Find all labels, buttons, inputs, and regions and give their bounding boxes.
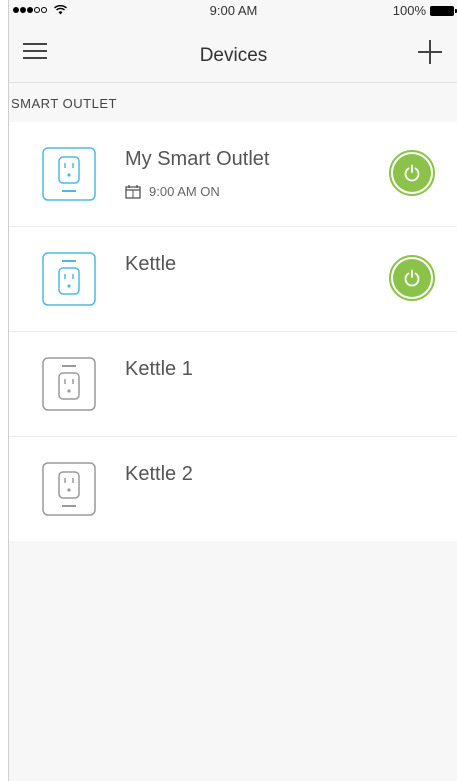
- status-bar: 9:00 AM 100%: [9, 0, 457, 20]
- device-name: My Smart Outlet: [125, 148, 270, 170]
- app-frame: 9:00 AM 100% Devices SMART OUTLET My Sma…: [8, 0, 457, 781]
- smart-outlet-icon: [42, 357, 96, 411]
- smart-outlet-icon: [42, 462, 96, 516]
- device-list: My Smart Outlet 9:00 AM ON Kettle Kettle…: [9, 122, 457, 541]
- calendar-icon: [125, 184, 141, 199]
- device-row[interactable]: My Smart Outlet 9:00 AM ON: [9, 122, 457, 227]
- smart-outlet-icon: [42, 147, 96, 201]
- power-icon: [404, 269, 420, 287]
- page-title: Devices: [199, 45, 268, 66]
- section-header-label: SMART OUTLET: [11, 96, 117, 111]
- section-header: SMART OUTLET: [9, 83, 457, 121]
- add-device-icon[interactable]: [418, 40, 442, 64]
- device-name: Kettle 2: [125, 463, 193, 485]
- battery-status: 100%: [392, 3, 457, 18]
- schedule-text: 9:00 AM ON: [149, 184, 220, 199]
- smart-outlet-icon: [42, 252, 96, 306]
- battery-percent: 100%: [392, 3, 426, 18]
- device-row[interactable]: Kettle 2: [9, 437, 457, 541]
- device-row[interactable]: Kettle: [9, 227, 457, 332]
- status-time: 9:00 AM: [209, 3, 258, 18]
- battery-icon: [430, 5, 457, 16]
- nav-bar: Devices: [9, 20, 457, 83]
- power-toggle-button[interactable]: [389, 255, 435, 301]
- device-name: Kettle 1: [125, 358, 193, 380]
- schedule-info: 9:00 AM ON: [125, 184, 220, 199]
- device-row[interactable]: Kettle 1: [9, 332, 457, 437]
- power-icon: [404, 164, 420, 182]
- power-toggle-button[interactable]: [389, 150, 435, 196]
- device-name: Kettle: [125, 253, 177, 275]
